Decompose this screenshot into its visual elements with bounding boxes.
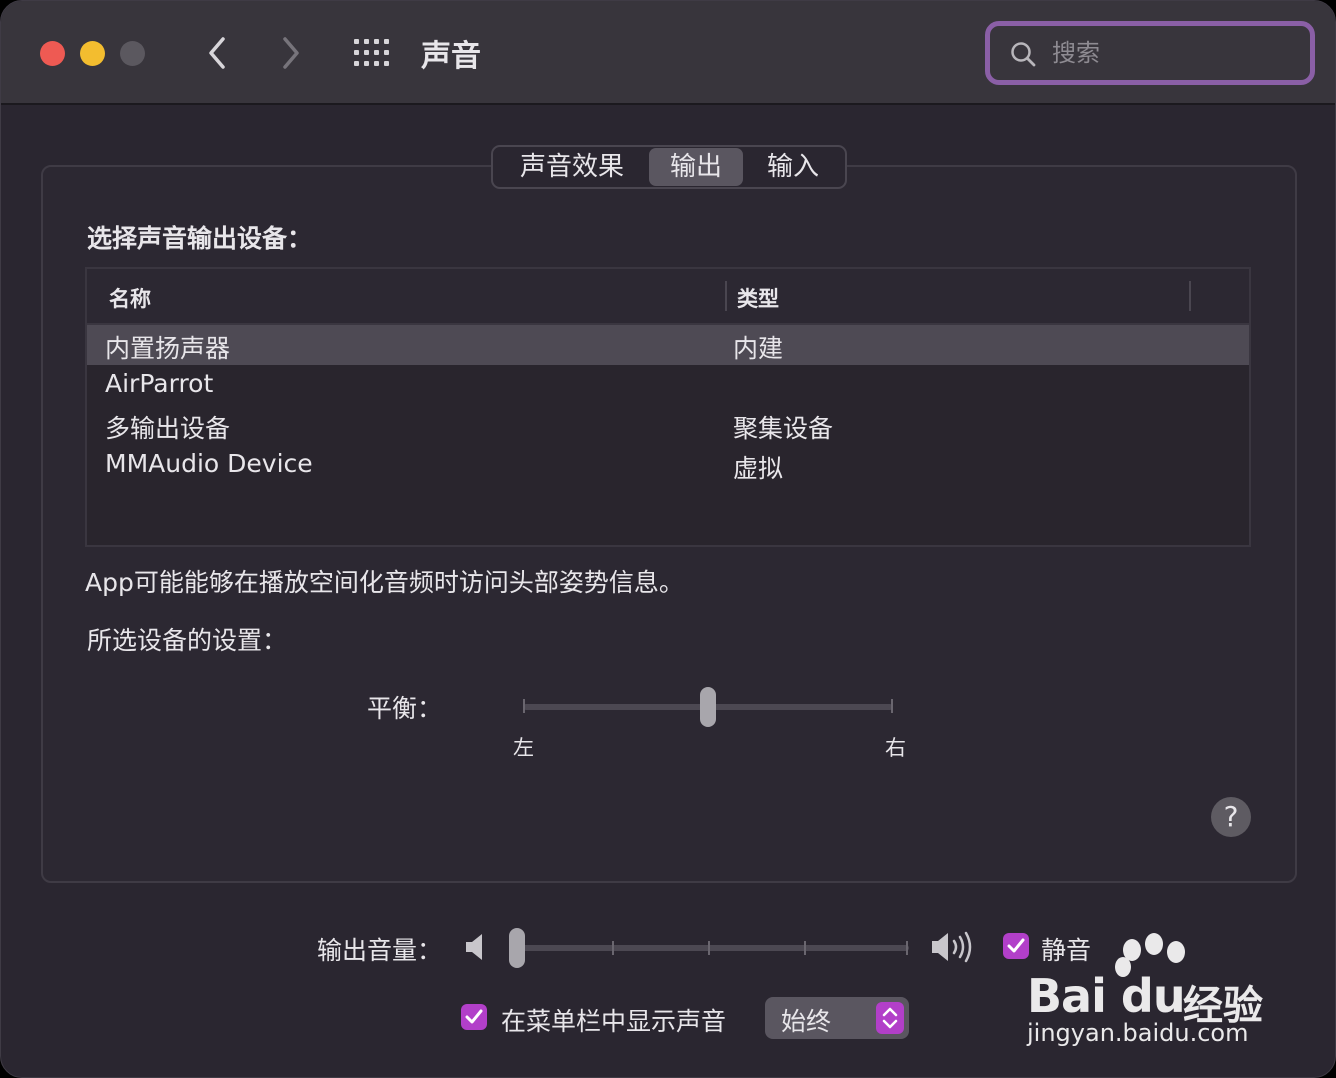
search-field[interactable] [985, 21, 1315, 85]
title-bar: 声音 [1, 1, 1335, 105]
output-device-table[interactable]: 名称 类型 内置扬声器 内建 AirParrot 多输出设备 聚集设备 MMAu… [85, 267, 1251, 547]
output-volume-label: 输出音量： [317, 936, 443, 965]
show-in-menubar-label[interactable]: 在菜单栏中显示声音 [501, 1002, 726, 1038]
device-name: 多输出设备 [105, 414, 231, 443]
table-row[interactable]: 内置扬声器 内建 [87, 325, 1249, 365]
device-name: MMAudio Device [105, 449, 313, 478]
checkmark-icon [465, 1009, 483, 1024]
column-divider[interactable] [1189, 281, 1191, 311]
output-device-section-label: 选择声音输出设备： [87, 224, 313, 253]
zoom-button[interactable] [120, 41, 145, 66]
head-pose-info-text: App可能能够在播放空间化音频时访问头部姿势信息。 [85, 568, 684, 597]
tab-input[interactable]: 输入 [743, 148, 843, 186]
balance-right-label: 右 [885, 736, 906, 760]
baidu-jingyan-watermark: Bai du 经验 jingyan.baidu.com [1023, 933, 1273, 1053]
balance-label: 平衡： [367, 694, 443, 723]
device-name: AirParrot [105, 369, 214, 398]
tab-output[interactable]: 输出 [649, 148, 743, 186]
device-type: 虚拟 [733, 454, 784, 483]
device-settings-label: 所选设备的设置： [87, 626, 288, 655]
chevron-left-icon [209, 37, 225, 69]
menubar-visibility-select[interactable]: 始终 [765, 997, 909, 1039]
select-arrows [876, 1002, 904, 1034]
help-button[interactable]: ? [1211, 797, 1251, 837]
table-row[interactable]: MMAudio Device 虚拟 [87, 445, 1249, 485]
select-value: 始终 [781, 1007, 832, 1036]
volume-tick [906, 941, 908, 955]
search-icon [1011, 42, 1036, 67]
device-name: 内置扬声器 [105, 334, 231, 363]
volume-tick [708, 941, 710, 955]
forward-button[interactable] [271, 31, 311, 75]
balance-slider-thumb[interactable] [700, 687, 716, 727]
speaker-high-icon [932, 931, 972, 963]
table-row[interactable]: AirParrot [87, 365, 1249, 405]
column-header-name[interactable]: 名称 [109, 283, 151, 313]
output-volume-slider-track[interactable] [513, 945, 909, 951]
window-title: 声音 [421, 39, 481, 74]
table-row[interactable]: 多输出设备 聚集设备 [87, 405, 1249, 445]
close-button[interactable] [40, 41, 65, 66]
output-volume-slider-thumb[interactable] [509, 928, 525, 968]
chevron-right-icon [283, 37, 299, 69]
watermark-brand: Bai du [1027, 969, 1186, 1023]
minimize-button[interactable] [80, 41, 105, 66]
speaker-low-icon [466, 934, 482, 960]
volume-tick [804, 941, 806, 955]
back-button[interactable] [197, 31, 237, 75]
column-header-type[interactable]: 类型 [737, 283, 779, 313]
show-in-menubar-checkbox[interactable] [461, 1004, 487, 1030]
column-divider[interactable] [725, 281, 727, 311]
show-all-button[interactable] [353, 38, 393, 68]
device-type: 聚集设备 [733, 414, 834, 443]
balance-left-label: 左 [513, 736, 534, 760]
search-input[interactable] [1050, 34, 1294, 72]
grid-icon [354, 39, 389, 66]
tab-sound-effects[interactable]: 声音效果 [495, 148, 649, 186]
volume-tick [612, 941, 614, 955]
up-down-chevron-icon [882, 1007, 898, 1029]
device-type: 内建 [733, 334, 784, 363]
tab-bar: 声音效果 输出 输入 [491, 145, 847, 189]
table-header: 名称 类型 [87, 269, 1249, 325]
sound-preferences-window: 声音 声音效果 输出 输入 选择声音输出设备： 名称 类型 内置扬声器 内建 A… [0, 0, 1336, 1078]
watermark-url: jingyan.baidu.com [1027, 1019, 1249, 1047]
balance-tick [891, 699, 893, 713]
balance-tick [523, 699, 525, 713]
